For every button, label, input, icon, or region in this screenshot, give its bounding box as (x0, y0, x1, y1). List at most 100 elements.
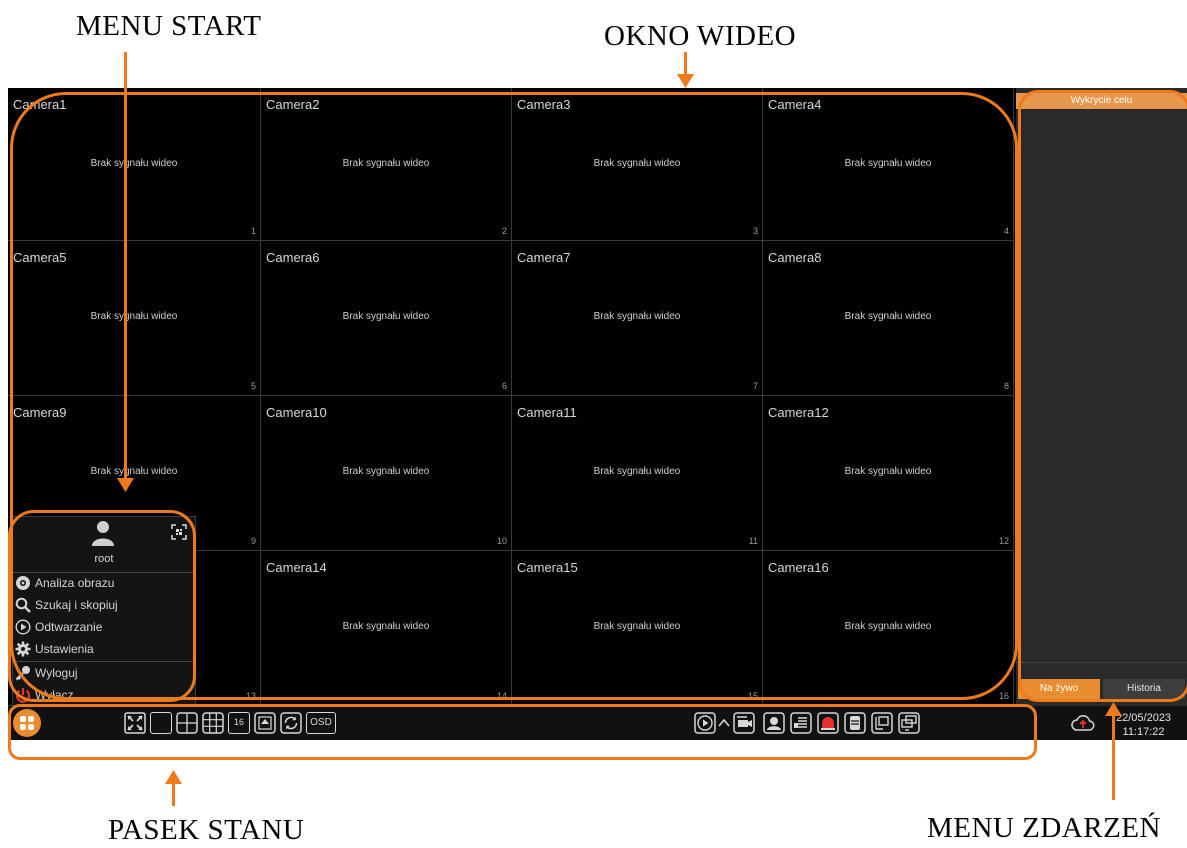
picture-in-picture-icon[interactable] (254, 712, 276, 734)
channel-number: 13 (245, 691, 256, 701)
camera-tile[interactable]: Camera15 Brak sygnału wideo 15 (512, 551, 763, 706)
arrow-down-icon (117, 478, 134, 492)
menu-item-label: Wyloguj (35, 666, 78, 680)
menu-item-analiza[interactable]: Analiza obrazu (15, 573, 114, 593)
snapshot-icon[interactable] (790, 712, 812, 734)
camera-tile[interactable]: Camera3 Brak sygnału wideo 3 (512, 88, 763, 241)
camera-name: Camera1 (13, 97, 67, 112)
channel-number: 2 (501, 226, 507, 236)
start-menu: root Analiza obrazu Szukaj i skopiuj Odt… (12, 516, 196, 706)
menu-item-wylacz[interactable]: Wyłącz (15, 685, 74, 705)
display-icon[interactable] (898, 712, 920, 734)
camera-name: Camera2 (266, 97, 320, 112)
layout-16-label: 16 (233, 717, 244, 727)
sequence-icon[interactable] (280, 712, 302, 734)
camera-tile[interactable]: Camera11 Brak sygnału wideo 11 (512, 396, 763, 551)
date-text: 22/05/2023 (1116, 712, 1172, 724)
alarm-icon[interactable] (817, 712, 839, 734)
cloud-upload-icon[interactable] (1071, 711, 1095, 735)
nvr-screen: Camera1 Brak sygnału wideo 1 Camera2 Brak sy… (8, 88, 1187, 740)
layout-9-icon[interactable] (202, 712, 224, 734)
channel-number: 15 (747, 691, 758, 701)
no-signal-text: Brak sygnału wideo (342, 311, 430, 322)
search-icon (15, 597, 31, 613)
channel-number: 7 (752, 381, 758, 391)
camera-tile[interactable]: Camera7 Brak sygnału wideo 7 (512, 241, 763, 396)
camera-tile[interactable]: Camera6 Brak sygnału wideo 6 (261, 241, 512, 396)
camera-name: Camera12 (768, 405, 829, 420)
camera-name: Camera15 (517, 560, 578, 575)
camera-tile[interactable]: Camera16 Brak sygnału wideo 16 (763, 551, 1014, 706)
osd-label: OSD (310, 717, 332, 728)
menu-item-szukaj[interactable]: Szukaj i skopiuj (15, 595, 118, 615)
camera-name: Camera3 (517, 97, 571, 112)
menu-item-label: Wyłącz (35, 688, 74, 702)
menu-item-label: Analiza obrazu (35, 576, 115, 590)
chevron-up-icon[interactable] (717, 712, 731, 734)
camera-tile[interactable]: Camera4 Brak sygnału wideo 4 (763, 88, 1014, 241)
channel-number: 5 (250, 381, 256, 391)
no-signal-text: Brak sygnału wideo (342, 621, 430, 632)
camera-tile[interactable]: Camera2 Brak sygnału wideo 2 (261, 88, 512, 241)
annotation-menu-zdarzen: MENU ZDARZEŃ (927, 812, 1161, 844)
arrow-okno-line (684, 52, 687, 76)
menu-item-wyloguj[interactable]: Wyloguj (15, 663, 78, 683)
fullscreen-icon[interactable] (124, 712, 146, 734)
menu-item-ustawienia[interactable]: Ustawienia (15, 639, 94, 659)
channel-number: 12 (998, 536, 1009, 546)
camera-name: Camera9 (13, 405, 67, 420)
no-signal-text: Brak sygnału wideo (844, 466, 932, 477)
arrow-pasek-line (172, 782, 175, 806)
camera-name: Camera11 (517, 405, 577, 420)
events-panel: Wykrycie celu Na żywo Historia (1016, 88, 1187, 706)
gear-icon (15, 641, 31, 657)
no-signal-text: Brak sygnału wideo (844, 158, 932, 169)
channel-number: 9 (250, 536, 256, 546)
camera-name: Camera16 (768, 560, 829, 575)
layout-1-icon[interactable] (150, 712, 172, 734)
camera-name: Camera7 (517, 250, 571, 265)
datetime: 22/05/2023 11:17:22 (1116, 711, 1171, 739)
camera-tile[interactable]: Camera5 Brak sygnału wideo 5 (8, 241, 261, 396)
qr-code-icon[interactable] (171, 524, 187, 540)
play-icon[interactable] (694, 712, 716, 734)
tab-history[interactable]: Historia (1103, 679, 1185, 699)
camera-tile[interactable]: Camera1 Brak sygnału wideo 1 (8, 88, 261, 241)
camera-name: Camera5 (13, 250, 67, 265)
no-signal-text: Brak sygnału wideo (90, 158, 178, 169)
disk-icon[interactable] (844, 712, 866, 734)
camera-name: Camera14 (266, 560, 327, 575)
menu-item-odtwarzanie[interactable]: Odtwarzanie (15, 617, 102, 637)
camera-tile[interactable]: Camera14 Brak sygnału wideo 14 (261, 551, 512, 706)
camera-tile[interactable]: Camera10 Brak sygnału wideo 10 (261, 396, 512, 551)
menu-item-label: Ustawienia (35, 642, 94, 656)
layout-4-icon[interactable] (176, 712, 198, 734)
events-tabs: Na żywo Historia (1018, 679, 1185, 701)
no-signal-text: Brak sygnału wideo (90, 311, 178, 322)
events-divider (1016, 662, 1187, 663)
play-icon (15, 619, 31, 635)
tab-live[interactable]: Na żywo (1018, 679, 1100, 699)
events-panel-title: Wykrycie celu (1016, 93, 1187, 109)
arrow-menu-start-line (124, 52, 127, 484)
face-icon[interactable] (763, 712, 785, 734)
status-bar: 16 OSD 22/05/2023 11:17:22 (8, 706, 1187, 740)
manual-record-icon[interactable] (733, 712, 755, 734)
menu-divider (13, 661, 195, 662)
camera-name: Camera4 (768, 97, 822, 112)
no-signal-text: Brak sygnału wideo (593, 621, 681, 632)
network-icon[interactable] (871, 712, 893, 734)
layout-16-icon[interactable]: 16 (228, 712, 250, 734)
start-menu-button[interactable] (13, 709, 41, 737)
annotation-pasek-stanu: PASEK STANU (108, 814, 305, 846)
camera-tile[interactable]: Camera8 Brak sygnału wideo 8 (763, 241, 1014, 396)
channel-number: 10 (496, 536, 507, 546)
menu-item-label: Szukaj i skopiuj (35, 598, 118, 612)
camera-tile[interactable]: Camera12 Brak sygnału wideo 12 (763, 396, 1014, 551)
power-icon (15, 688, 31, 703)
camera-name: Camera8 (768, 250, 822, 265)
key-icon (15, 666, 30, 681)
user-icon (92, 521, 114, 546)
osd-button[interactable]: OSD (306, 712, 336, 734)
no-signal-text: Brak sygnału wideo (342, 158, 430, 169)
